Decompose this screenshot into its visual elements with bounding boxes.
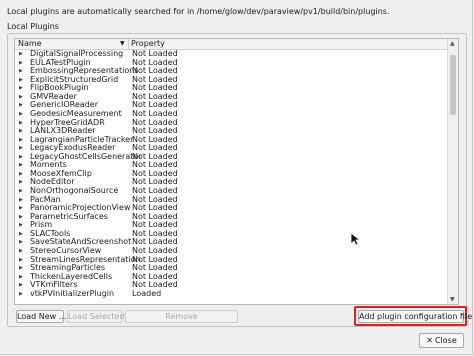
close-icon: ✕ (426, 336, 433, 345)
expand-arrow-icon[interactable]: ▶ (19, 170, 23, 179)
expand-arrow-icon[interactable]: ▶ (19, 76, 23, 85)
header-separator[interactable] (128, 39, 129, 49)
expand-arrow-icon[interactable]: ▶ (19, 136, 23, 145)
expand-arrow-icon[interactable]: ▶ (19, 110, 23, 119)
expand-arrow-icon[interactable]: ▶ (19, 59, 23, 68)
plugin-row[interactable]: ▶ MooseXfemClip Not Loaded (15, 169, 448, 179)
expand-arrow-icon[interactable]: ▶ (19, 204, 23, 213)
plugin-row[interactable]: ▶ FlipBookPlugin Not Loaded (15, 84, 448, 93)
plugin-status: Loaded (132, 288, 162, 298)
plugin-row[interactable]: ▶ ParametricSurfaces Not Loaded (15, 212, 448, 222)
expand-arrow-icon[interactable]: ▶ (19, 119, 23, 128)
scrollbar-thumb[interactable] (450, 55, 456, 115)
column-header-property[interactable]: Property (131, 39, 165, 49)
close-label: Close (434, 336, 457, 345)
plugin-row[interactable]: ▶ Prism Not Loaded (15, 221, 448, 230)
expand-arrow-icon[interactable]: ▶ (19, 256, 23, 265)
plugin-rows: ▶ DigitalSignalProcessing Not Loaded ▶ EULAT… (15, 49, 448, 299)
expand-arrow-icon[interactable]: ▶ (19, 213, 23, 222)
expand-arrow-icon[interactable]: ▶ (19, 187, 23, 196)
add-plugin-config-button[interactable]: Add plugin configuration file (358, 310, 472, 323)
expand-arrow-icon[interactable]: ▶ (19, 178, 23, 187)
load-new-button[interactable]: Load New ... (16, 310, 66, 323)
expand-arrow-icon[interactable]: ▶ (19, 127, 23, 136)
expand-arrow-icon[interactable]: ▶ (19, 161, 23, 170)
vertical-scrollbar[interactable]: ▲ ▼ (447, 39, 458, 304)
scroll-up-icon[interactable]: ▲ (450, 40, 455, 47)
plugin-row[interactable]: ▶ vtkPVInitializerPlugin Loaded (15, 288, 448, 299)
expand-arrow-icon[interactable]: ▶ (19, 281, 23, 290)
group-title: Local Plugins (7, 22, 59, 31)
plugin-manager-dialog: Local plugins are automatically searched… (0, 0, 473, 355)
expand-arrow-icon[interactable]: ▶ (19, 290, 23, 299)
info-text: Local plugins are automatically searched… (7, 7, 390, 16)
sort-down-icon: ▼ (120, 40, 125, 47)
expand-arrow-icon[interactable]: ▶ (19, 273, 23, 282)
plugin-tree[interactable]: Name ▼ Property ▶ DigitalSignalProcessing… (14, 38, 459, 305)
close-button[interactable]: ✕ Close (419, 333, 464, 348)
plugin-row[interactable]: ▶ NonOrthogonalSource Not Loaded (15, 186, 448, 196)
column-header-name[interactable]: Name (18, 39, 42, 49)
expand-arrow-icon[interactable]: ▶ (19, 238, 23, 247)
plugin-row[interactable]: ▶ ThickenLayeredCells Not Loaded (15, 272, 448, 282)
plugin-name: vtkPVInitializerPlugin (30, 288, 115, 298)
expand-arrow-icon[interactable]: ▶ (19, 153, 23, 162)
expand-arrow-icon[interactable]: ▶ (19, 196, 23, 205)
expand-arrow-icon[interactable]: ▶ (19, 67, 23, 76)
expand-arrow-icon[interactable]: ▶ (19, 93, 23, 102)
mouse-cursor-icon (350, 232, 360, 246)
plugin-row[interactable]: ▶ LegacyGhostCellsGenerator Not Loaded (15, 152, 448, 162)
load-selected-button[interactable]: Load Selected (67, 310, 124, 323)
expand-arrow-icon[interactable]: ▶ (19, 50, 23, 59)
expand-arrow-icon[interactable]: ▶ (19, 101, 23, 110)
expand-arrow-icon[interactable]: ▶ (19, 230, 23, 239)
expand-arrow-icon[interactable]: ▶ (19, 247, 23, 256)
scroll-down-icon[interactable]: ▼ (450, 296, 455, 303)
remove-button[interactable]: Remove (125, 310, 238, 323)
expand-arrow-icon[interactable]: ▶ (19, 221, 23, 230)
expand-arrow-icon[interactable]: ▶ (19, 84, 23, 93)
expand-arrow-icon[interactable]: ▶ (19, 144, 23, 153)
expand-arrow-icon[interactable]: ▶ (19, 264, 23, 273)
